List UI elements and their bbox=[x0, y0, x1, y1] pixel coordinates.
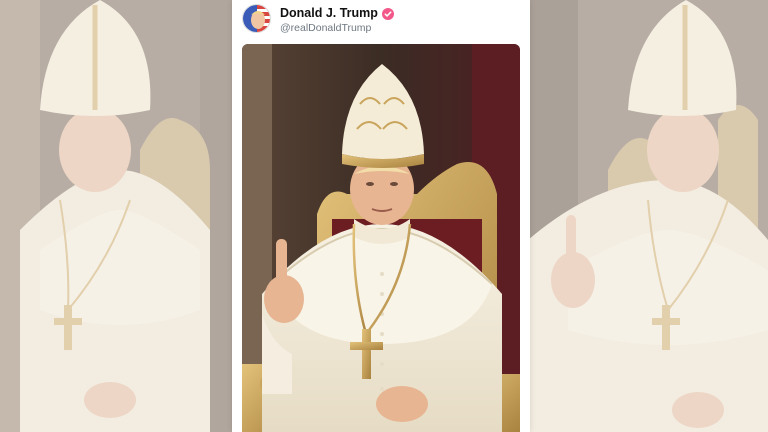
papal-portrait-image-icon bbox=[242, 44, 520, 432]
blurred-background-right bbox=[528, 0, 768, 432]
verified-badge-icon bbox=[381, 7, 394, 20]
social-post-card: Donald J. Trump @realDonaldTrump bbox=[232, 0, 530, 432]
author-avatar[interactable] bbox=[242, 4, 271, 33]
blurred-background-left bbox=[0, 0, 240, 432]
author-handle[interactable]: @realDonaldTrump bbox=[280, 22, 371, 34]
post-header: Donald J. Trump @realDonaldTrump bbox=[242, 2, 522, 40]
screenshot-stage: Donald J. Trump @realDonaldTrump bbox=[0, 0, 768, 432]
author-display-name[interactable]: Donald J. Trump bbox=[280, 6, 378, 20]
display-name-row: Donald J. Trump bbox=[280, 5, 394, 21]
avatar-portrait-icon bbox=[243, 5, 270, 32]
post-image[interactable] bbox=[242, 44, 520, 432]
